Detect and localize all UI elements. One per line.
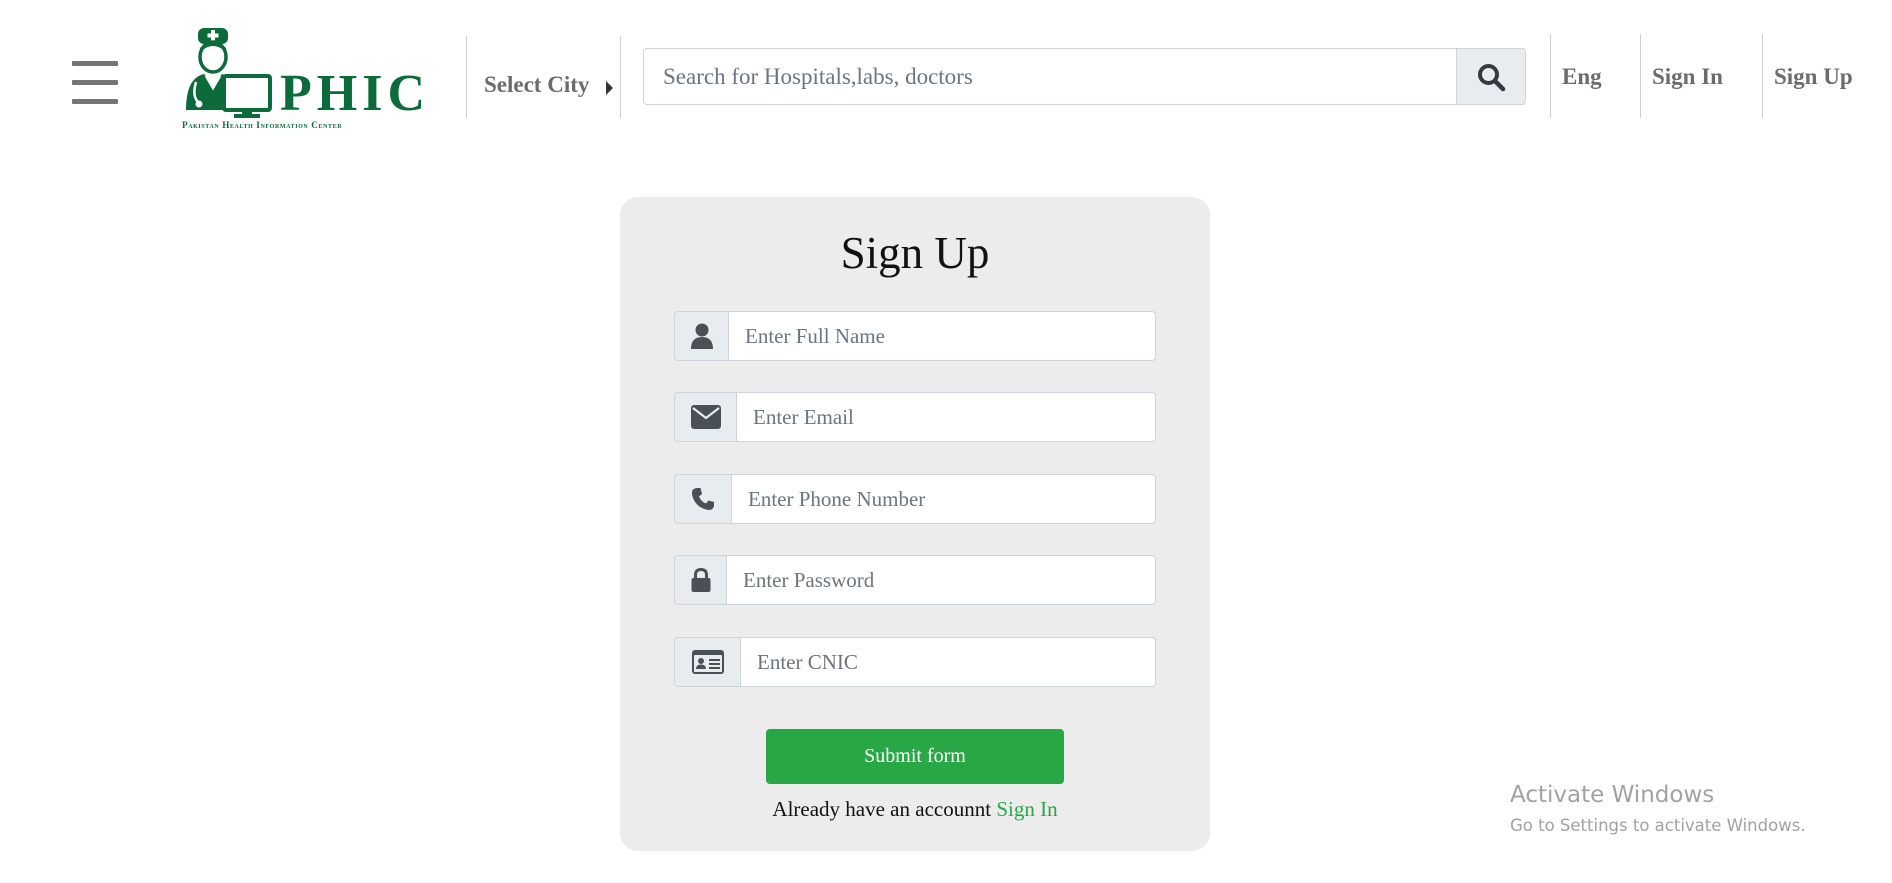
sign-in-link[interactable]: Sign In — [1652, 64, 1723, 90]
phone-input[interactable] — [731, 474, 1156, 524]
signin-link[interactable]: Sign In — [996, 797, 1057, 821]
full-name-addon — [674, 311, 729, 361]
activate-windows-subtitle: Go to Settings to activate Windows. — [1510, 816, 1806, 835]
cnic-field — [674, 637, 1156, 687]
email-addon — [674, 392, 737, 442]
submit-button[interactable]: Submit form — [766, 729, 1064, 784]
envelope-icon — [690, 405, 721, 429]
header-divider — [620, 36, 621, 118]
header-divider — [1550, 34, 1551, 118]
header-divider — [1762, 34, 1763, 118]
password-addon — [674, 555, 727, 605]
header-divider — [466, 36, 467, 118]
full-name-input[interactable] — [728, 311, 1156, 361]
select-city-dropdown[interactable]: Select City — [484, 72, 589, 98]
full-name-field — [674, 311, 1156, 361]
phic-logo[interactable]: PHIC Pakistan Health Information Center — [182, 28, 426, 136]
lock-icon — [691, 568, 710, 592]
password-input[interactable] — [726, 555, 1156, 605]
phone-addon — [674, 474, 732, 524]
site-header: PHIC Pakistan Health Information Center … — [0, 0, 1892, 140]
email-field — [674, 392, 1156, 442]
doctor-logo-icon — [186, 28, 272, 118]
caret-right-icon[interactable] — [606, 81, 613, 95]
phone-field — [674, 474, 1156, 524]
cnic-input[interactable] — [740, 637, 1156, 687]
language-toggle[interactable]: Eng — [1562, 64, 1602, 90]
search-input[interactable] — [643, 48, 1457, 105]
signup-card: Sign Up Enter Full Name Enter Email Ente… — [620, 197, 1210, 851]
email-input[interactable] — [736, 392, 1156, 442]
password-field — [674, 555, 1156, 605]
cnic-addon — [674, 637, 741, 687]
page-title: Sign Up — [840, 228, 990, 278]
phone-icon — [691, 488, 714, 510]
logo-wordmark: PHIC — [280, 65, 430, 122]
activate-windows-title: Activate Windows — [1510, 782, 1715, 808]
menu-icon[interactable] — [72, 60, 118, 106]
sign-up-link[interactable]: Sign Up — [1774, 64, 1853, 90]
user-icon — [690, 323, 713, 349]
signin-prompt-text: Already have an accounnt — [772, 797, 992, 821]
header-divider — [1640, 34, 1641, 118]
id-card-icon — [691, 650, 724, 674]
search-button[interactable] — [1456, 48, 1526, 105]
search-icon — [1478, 63, 1506, 91]
logo-tagline: Pakistan Health Information Center — [182, 120, 343, 130]
signin-prompt: Already have an accounnt Sign In — [620, 797, 1210, 822]
